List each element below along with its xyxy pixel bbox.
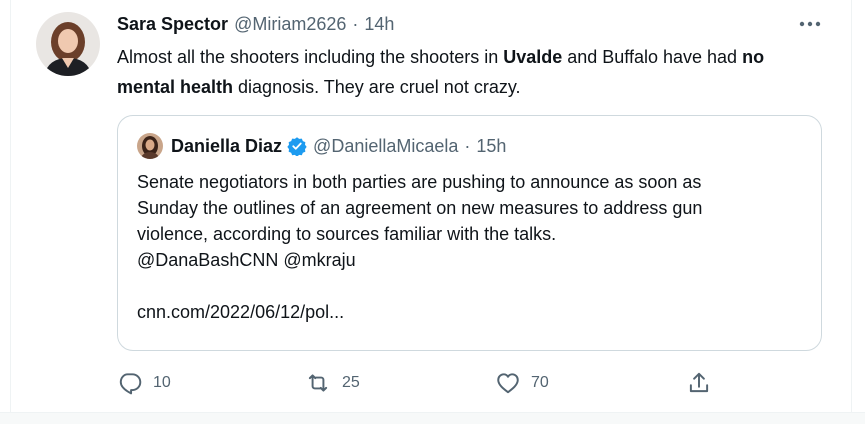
share-icon bbox=[689, 372, 709, 393]
tweet-text-part: and Buffalo have had bbox=[562, 47, 743, 67]
quoted-link: cnn.com/2022/06/12/pol... bbox=[137, 302, 345, 322]
line-spacer bbox=[137, 273, 817, 299]
quoted-tweet[interactable]: Daniella Diaz @DaniellaMicaela · 15h Sen… bbox=[117, 115, 822, 351]
more-options-button[interactable] bbox=[794, 12, 826, 36]
tweet-text-part: Almost all the shooters including the sh… bbox=[117, 47, 504, 67]
retweet-icon bbox=[308, 374, 328, 392]
quoted-mentions: @DanaBashCNN @mkraju bbox=[137, 250, 356, 270]
separator-dot: · bbox=[464, 135, 471, 156]
reply-icon bbox=[119, 373, 142, 395]
quoted-text-line: Senate negotiators in both parties are p… bbox=[137, 172, 702, 192]
share-button[interactable] bbox=[686, 368, 712, 398]
reply-count: 10 bbox=[153, 374, 171, 391]
author-avatar[interactable] bbox=[36, 12, 100, 76]
quoted-tweet-text: Senate negotiators in both parties are p… bbox=[137, 169, 817, 325]
more-horizontal-icon bbox=[799, 21, 821, 27]
tweet-text-part: diagnosis. They are cruel not crazy. bbox=[233, 77, 521, 97]
quoted-text-line: Sunday the outlines of an agreement on n… bbox=[137, 198, 703, 218]
separator-dot: · bbox=[352, 13, 359, 34]
next-tweet-edge bbox=[0, 412, 865, 424]
tweet-text-bold-uvalde: Uvalde bbox=[503, 47, 563, 67]
retweet-count: 25 bbox=[342, 374, 360, 391]
retweet-button[interactable]: 25 bbox=[304, 368, 360, 398]
tweet-actions: 10 25 70 bbox=[117, 368, 837, 398]
like-button[interactable]: 70 bbox=[495, 368, 549, 398]
verified-badge-icon bbox=[287, 136, 307, 156]
author-handle[interactable]: @Miriam2626 bbox=[234, 14, 346, 35]
tweet-header: Sara Spector @Miriam2626 · 14h bbox=[117, 12, 825, 36]
quoted-tweet-timestamp: 15h bbox=[476, 135, 507, 156]
like-icon bbox=[497, 373, 519, 394]
tweet-text: Almost all the shooters including the sh… bbox=[117, 42, 827, 102]
quoted-author-avatar bbox=[137, 133, 163, 159]
reply-button[interactable]: 10 bbox=[117, 368, 171, 398]
tweet-timestamp[interactable]: 14h bbox=[364, 14, 394, 35]
quoted-author-name: Daniella Diaz bbox=[171, 135, 283, 156]
quoted-author-handle: @DaniellaMicaela bbox=[313, 135, 459, 156]
quoted-text-line: violence, according to sources familiar … bbox=[137, 224, 557, 244]
like-count: 70 bbox=[531, 374, 549, 391]
author-name[interactable]: Sara Spector bbox=[117, 14, 228, 35]
quoted-tweet-header: Daniella Diaz @DaniellaMicaela · 15h bbox=[171, 133, 506, 159]
